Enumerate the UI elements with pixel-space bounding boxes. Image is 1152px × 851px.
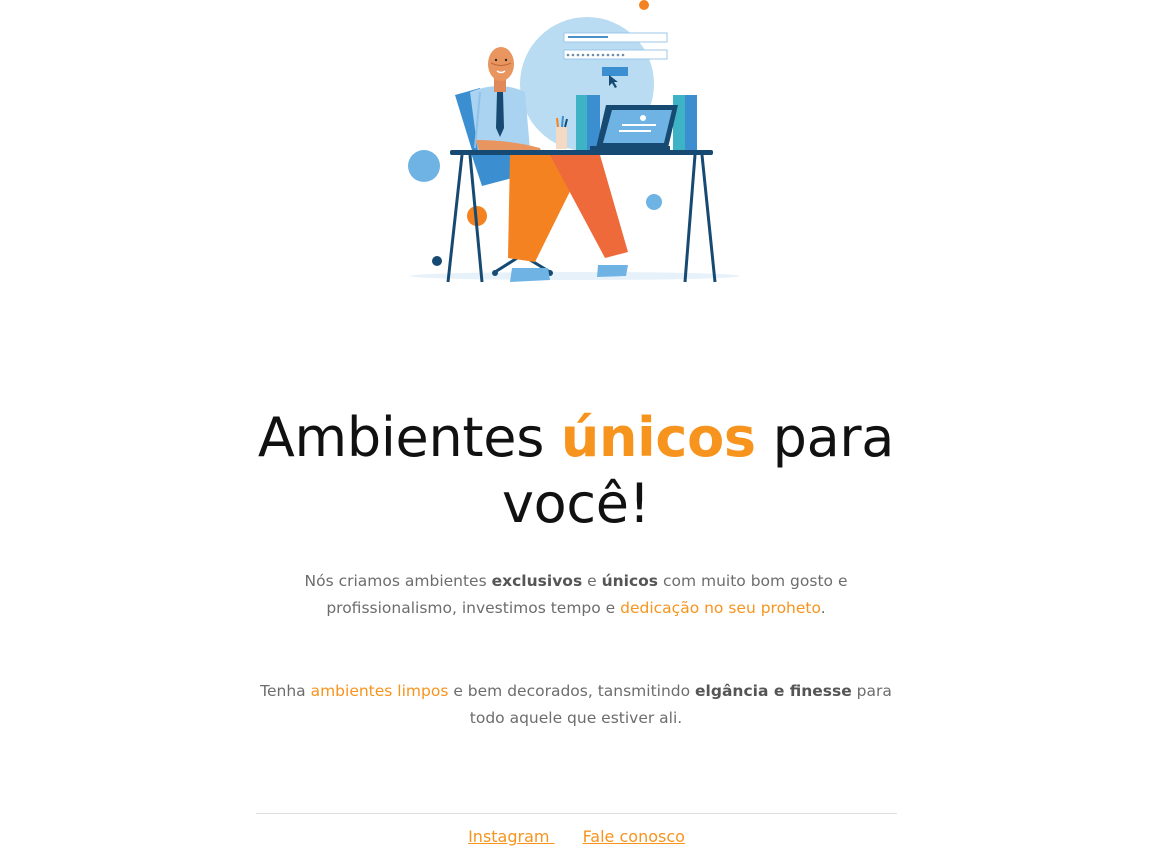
intro-bold-1: exclusivos [491,572,583,590]
secondary-paragraph: Tenha ambientes limpos e bem decorados, … [246,678,906,732]
dot-navy [432,256,442,266]
form-button [602,67,628,76]
secondary-bold: elgância e finesse [695,682,852,700]
shoe-left [510,268,550,282]
dot-blue-large [408,150,440,182]
dot-blue-right [646,194,662,210]
shoe-right [597,265,628,277]
intro-text-2: e [582,572,602,590]
instagram-link[interactable]: Instagram [468,827,554,846]
dot-orange-top [639,0,649,10]
pencil-cup [556,127,567,149]
title-line-2: você! [501,472,651,535]
intro-text-4: . [820,599,826,617]
form-field-2 [563,49,668,60]
person-at-desk-illustration [408,0,740,283]
desk-top [450,150,713,155]
secondary-highlight: ambientes limpos [310,682,449,700]
contact-link[interactable]: Fale conosco [583,827,685,846]
floor-shadow [410,272,740,280]
intro-text-1: Nós criamos ambientes [304,572,492,590]
title-part-2: para [755,406,895,469]
secondary-text-2: e bem decorados, tansmitindo [448,682,696,700]
secondary-text-1: Tenha [260,682,311,700]
intro-bold-2: únicos [601,572,659,590]
title-part-1: Ambientes [257,406,561,469]
intro-paragraph: Nós criamos ambientes exclusivos e único… [246,568,906,622]
footer-nav: Instagram Fale conosco [256,825,897,849]
footer-divider [256,813,897,814]
intro-highlight: dedicação no seu proheto [620,599,821,617]
page-title: Ambientes únicos para você! [226,405,926,537]
person-tie [496,92,504,137]
title-accent: únicos [560,406,756,469]
